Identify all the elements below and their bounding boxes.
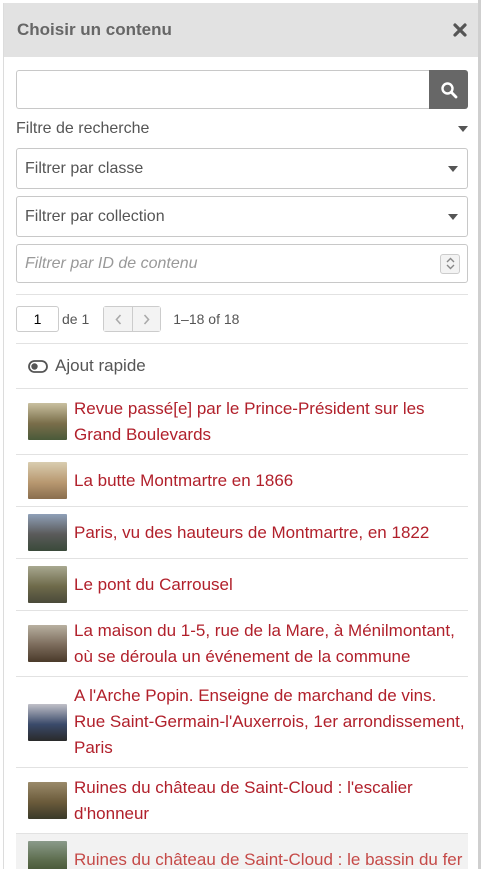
list-item[interactable]: Ruines du château de Saint-Cloud : l'esc… (16, 767, 468, 833)
close-icon[interactable] (452, 22, 468, 38)
number-spinner[interactable] (440, 253, 460, 274)
content-id-input[interactable] (25, 254, 405, 273)
item-thumbnail (28, 514, 67, 551)
item-thumbnail (28, 566, 67, 603)
item-thumbnail (28, 403, 67, 440)
list-item[interactable]: Ruines du château de Saint-Cloud : le ba… (16, 833, 468, 869)
chevron-right-icon (144, 313, 150, 325)
toggle-icon (28, 359, 48, 373)
item-thumbnail (28, 841, 67, 869)
caret-down-icon (458, 126, 468, 132)
search-filter-label: Filtre de recherche (16, 120, 150, 137)
class-filter-value: Filtrer par classe (25, 159, 144, 177)
item-title: Le pont du Carrousel (74, 574, 233, 594)
quick-add-label: Ajout rapide (55, 356, 146, 375)
page-nav (103, 306, 162, 332)
item-title: La butte Montmartre en 1866 (74, 470, 294, 490)
search-icon (440, 81, 457, 98)
chevron-up-icon[interactable] (446, 257, 455, 263)
search-filter-toggle[interactable]: Filtre de recherche (16, 118, 468, 140)
content-picker-dialog: Choisir un contenu Filtre de recherche F… (3, 3, 481, 869)
caret-down-icon (448, 165, 458, 172)
page-number-input[interactable] (16, 306, 59, 332)
list-item[interactable]: A l'Arche Popin. Enseigne de marchand de… (16, 676, 468, 767)
chevron-down-icon[interactable] (446, 264, 455, 270)
chevron-left-icon (115, 313, 121, 325)
item-thumbnail (28, 703, 67, 741)
item-title: Ruines du château de Saint-Cloud : l'esc… (74, 777, 413, 823)
caret-down-icon (448, 213, 458, 220)
result-range: 1–18 of 18 (173, 311, 240, 327)
quick-add-toggle[interactable]: Ajout rapide (16, 343, 468, 388)
item-title: La maison du 1-5, rue de la Mare, à Méni… (74, 620, 455, 666)
next-page-button[interactable] (132, 307, 161, 331)
list-item[interactable]: Revue passé[e] par le Prince-Président s… (16, 388, 468, 454)
list-item[interactable]: La butte Montmartre en 1866 (16, 454, 468, 506)
collection-filter-select[interactable]: Filtrer par collection (16, 196, 468, 237)
list-item[interactable]: Le pont du Carrousel (16, 558, 468, 610)
item-thumbnail (28, 782, 67, 819)
item-thumbnail (28, 462, 67, 499)
list-item[interactable]: Paris, vu des hauteurs de Montmartre, en… (16, 506, 468, 558)
pagination: de 1 1–18 of 18 (16, 295, 468, 343)
dialog-header: Choisir un contenu (4, 3, 480, 57)
dialog-body: Filtre de recherche Filtrer par classe F… (4, 57, 480, 869)
search-input[interactable] (16, 70, 429, 109)
search-button[interactable] (429, 70, 468, 109)
dialog-title: Choisir un contenu (17, 20, 172, 39)
item-thumbnail (28, 625, 67, 662)
item-title: Revue passé[e] par le Prince-Président s… (74, 398, 425, 444)
page-count: de 1 (62, 311, 90, 327)
item-title: A l'Arche Popin. Enseigne de marchand de… (74, 686, 465, 757)
class-filter-select[interactable]: Filtrer par classe (16, 148, 468, 189)
list-item[interactable]: La maison du 1-5, rue de la Mare, à Méni… (16, 610, 468, 676)
item-title: Ruines du château de Saint-Cloud : le ba… (74, 849, 463, 869)
collection-filter-value: Filtrer par collection (25, 207, 165, 225)
search-bar (16, 70, 468, 109)
previous-page-button[interactable] (104, 307, 133, 331)
content-id-filter[interactable] (16, 244, 468, 283)
item-title: Paris, vu des hauteurs de Montmartre, en… (74, 522, 430, 542)
content-list: Revue passé[e] par le Prince-Président s… (16, 388, 468, 869)
